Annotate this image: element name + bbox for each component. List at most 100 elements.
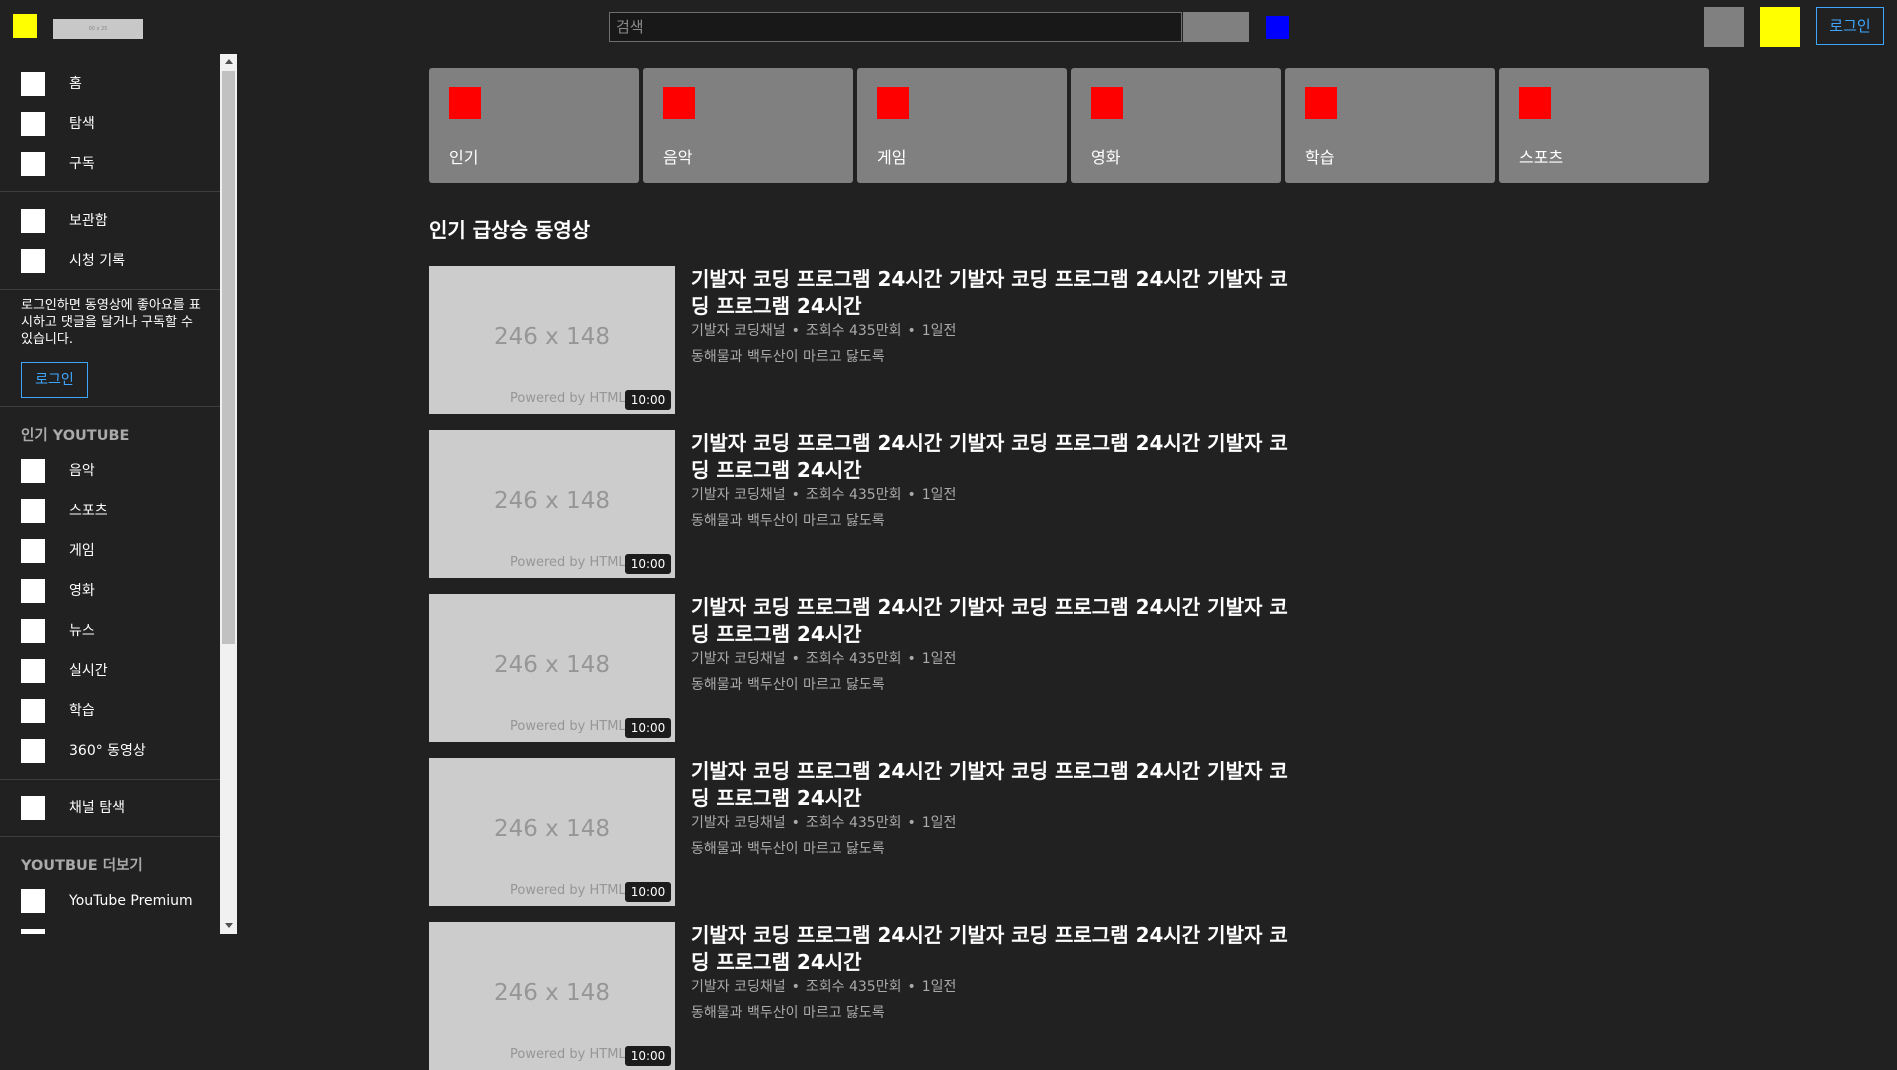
popular-youtube-heading: 인기 YOUTUBE (21, 428, 130, 444)
video-thumbnail[interactable]: 246 x 148 Powered by HTML 10:00 (429, 758, 675, 906)
video-thumbnail[interactable]: 246 x 148 Powered by HTML 10:00 (429, 594, 675, 742)
sidebar-item-browse-channels[interactable]: 채널 탐색 (0, 788, 220, 828)
thumbnail-caption: Powered by HTML (510, 391, 626, 406)
home-icon (21, 72, 45, 96)
video-meta: 기발자 코딩채널 • 조회수 435만회 • 1일전 (691, 815, 957, 831)
category-label: 게임 (877, 148, 907, 167)
menu-icon[interactable] (13, 14, 37, 38)
sidebar-item-sports[interactable]: 스포츠 (0, 491, 220, 531)
sidebar-login-button[interactable]: 로그인 (21, 362, 88, 398)
sidebar-item-youtube-premium[interactable]: YouTube Premium (0, 881, 220, 921)
youtube-logo[interactable]: 00 x 25 (53, 19, 143, 39)
video-item[interactable]: 246 x 148 Powered by HTML 10:00 기발자 코딩 프… (429, 594, 1289, 742)
sidebar: 홈 탐색 구독 보관함 시청 기록 로그인하면 동영상에 좋아요를 표시하고 댓… (0, 54, 220, 934)
header-login-button[interactable]: 로그인 (1816, 7, 1884, 45)
video-title[interactable]: 기발자 코딩 프로그램 24시간 기발자 코딩 프로그램 24시간 기발자 코딩… (691, 922, 1291, 976)
sidebar-item-library[interactable]: 보관함 (0, 201, 220, 241)
video-thumbnail[interactable]: 246 x 148 Powered by HTML 10:00 (429, 430, 675, 578)
sidebar-item-live[interactable]: 실시간 (0, 651, 220, 691)
scrollbar-thumb[interactable] (222, 71, 235, 644)
apps-icon[interactable] (1704, 7, 1744, 47)
browse-channels-icon (21, 796, 45, 820)
sidebar-item-history[interactable]: 시청 기록 (0, 241, 220, 281)
video-description: 동해물과 백두산이 마르고 닳도록 (691, 349, 885, 365)
sidebar-item-explore[interactable]: 탐색 (0, 104, 220, 144)
channel-name[interactable]: 기발자 코딩채널 (691, 815, 786, 831)
sidebar-item-next[interactable] (0, 921, 220, 934)
youtube-premium-icon (21, 889, 45, 913)
category-label: 학습 (1305, 148, 1335, 167)
music-icon (663, 87, 695, 119)
video-title[interactable]: 기발자 코딩 프로그램 24시간 기발자 코딩 프로그램 24시간 기발자 코딩… (691, 266, 1291, 320)
settings-icon[interactable] (1760, 7, 1800, 47)
section-title: 인기 급상승 동영상 (429, 218, 591, 242)
duration-badge: 10:00 (625, 882, 671, 902)
video-meta: 기발자 코딩채널 • 조회수 435만회 • 1일전 (691, 487, 957, 503)
channel-name[interactable]: 기발자 코딩채널 (691, 323, 786, 339)
video-thumbnail[interactable]: 246 x 148 Powered by HTML 10:00 (429, 266, 675, 414)
category-card-popular[interactable]: 인기 (429, 68, 639, 183)
live-icon (21, 659, 45, 683)
thumbnail-placeholder-text: 246 x 148 (493, 488, 611, 514)
channel-name[interactable]: 기발자 코딩채널 (691, 979, 786, 995)
thumbnail-placeholder-text: 246 x 148 (493, 652, 611, 678)
scroll-down-arrow-icon[interactable] (225, 923, 233, 928)
channel-name[interactable]: 기발자 코딩채널 (691, 487, 786, 503)
upload-age: 1일전 (921, 651, 957, 667)
subscriptions-icon (21, 152, 45, 176)
sidebar-divider (0, 406, 220, 407)
movies-icon (21, 579, 45, 603)
history-icon (21, 249, 45, 273)
sidebar-item-label: 게임 (69, 543, 95, 559)
scroll-up-arrow-icon[interactable] (225, 59, 233, 64)
video-title[interactable]: 기발자 코딩 프로그램 24시간 기발자 코딩 프로그램 24시간 기발자 코딩… (691, 594, 1291, 648)
360-video-icon (21, 739, 45, 763)
sidebar-item-label: 실시간 (69, 663, 108, 679)
category-card-gaming[interactable]: 게임 (857, 68, 1067, 183)
view-count: 조회수 435만회 (805, 487, 902, 503)
video-item[interactable]: 246 x 148 Powered by HTML 10:00 기발자 코딩 프… (429, 430, 1289, 578)
sidebar-item-gaming[interactable]: 게임 (0, 531, 220, 571)
category-label: 스포츠 (1519, 148, 1564, 167)
channel-name[interactable]: 기발자 코딩채널 (691, 651, 786, 667)
view-count: 조회수 435만회 (805, 815, 902, 831)
sidebar-item-360-video[interactable]: 360° 동영상 (0, 731, 220, 771)
sidebar-item-label: 채널 탐색 (69, 800, 125, 816)
video-item[interactable]: 246 x 148 Powered by HTML 10:00 기발자 코딩 프… (429, 266, 1289, 414)
microphone-icon[interactable] (1266, 16, 1289, 39)
video-meta: 기발자 코딩채널 • 조회수 435만회 • 1일전 (691, 651, 957, 667)
category-card-sports[interactable]: 스포츠 (1499, 68, 1709, 183)
sidebar-scrollbar[interactable] (220, 54, 237, 934)
sidebar-item-learning[interactable]: 학습 (0, 691, 220, 731)
search-input[interactable] (609, 12, 1182, 42)
thumbnail-caption: Powered by HTML (510, 719, 626, 734)
movies-icon (1091, 87, 1123, 119)
category-card-learning[interactable]: 학습 (1285, 68, 1495, 183)
gaming-icon (21, 539, 45, 563)
sidebar-item-music[interactable]: 음악 (0, 451, 220, 491)
category-card-movies[interactable]: 영화 (1071, 68, 1281, 183)
sidebar-item-news[interactable]: 뉴스 (0, 611, 220, 651)
sidebar-item-subscriptions[interactable]: 구독 (0, 144, 220, 184)
video-item[interactable]: 246 x 148 Powered by HTML 10:00 기발자 코딩 프… (429, 758, 1289, 906)
sidebar-item-movies[interactable]: 영화 (0, 571, 220, 611)
sports-icon (1519, 87, 1551, 119)
view-count: 조회수 435만회 (805, 323, 902, 339)
video-description: 동해물과 백두산이 마르고 닳도록 (691, 841, 885, 857)
upload-age: 1일전 (921, 487, 957, 503)
video-thumbnail[interactable]: 246 x 148 Powered by HTML 10:00 (429, 922, 675, 1070)
category-card-music[interactable]: 음악 (643, 68, 853, 183)
upload-age: 1일전 (921, 323, 957, 339)
upload-age: 1일전 (921, 815, 957, 831)
learning-icon (21, 699, 45, 723)
music-icon (21, 459, 45, 483)
sidebar-item-home[interactable]: 홈 (0, 64, 220, 104)
video-title[interactable]: 기발자 코딩 프로그램 24시간 기발자 코딩 프로그램 24시간 기발자 코딩… (691, 430, 1291, 484)
sidebar-divider (0, 289, 220, 290)
thumbnail-placeholder-text: 246 x 148 (493, 324, 611, 350)
thumbnail-placeholder-text: 246 x 148 (493, 816, 611, 842)
video-title[interactable]: 기발자 코딩 프로그램 24시간 기발자 코딩 프로그램 24시간 기발자 코딩… (691, 758, 1291, 812)
category-label: 음악 (663, 148, 693, 167)
video-item[interactable]: 246 x 148 Powered by HTML 10:00 기발자 코딩 프… (429, 922, 1289, 1070)
search-button[interactable] (1183, 12, 1249, 42)
